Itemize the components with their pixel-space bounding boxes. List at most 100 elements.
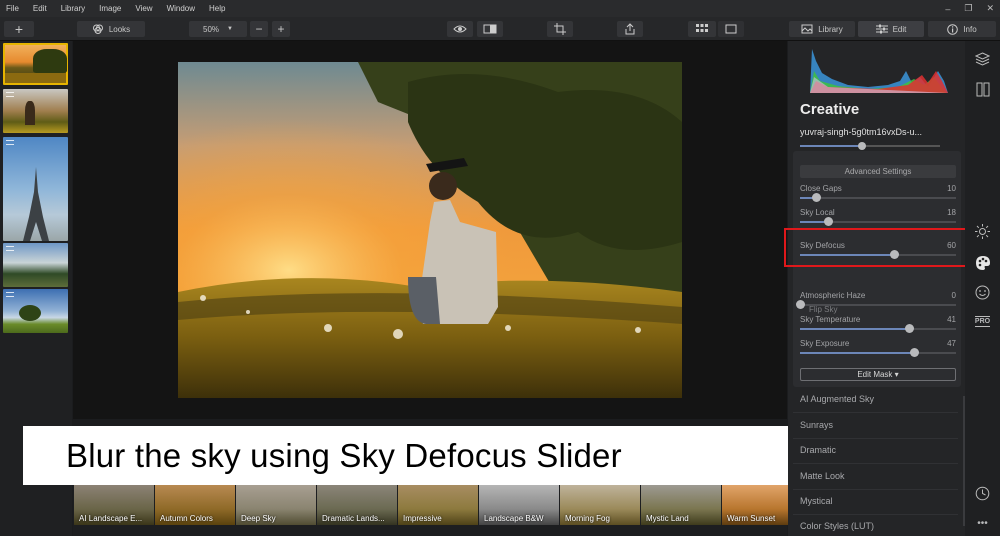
photo-illustration xyxy=(178,62,682,398)
menu-help[interactable]: Help xyxy=(209,4,225,13)
window-controls: – ❐ ✕ xyxy=(945,0,994,17)
info-icon xyxy=(947,23,959,35)
tool-rail: PRO ••• xyxy=(965,41,1000,536)
look-thumb[interactable]: Impressive xyxy=(398,485,478,525)
slider-knob[interactable] xyxy=(858,142,866,150)
grid-view-button[interactable] xyxy=(688,21,716,37)
share-icon xyxy=(625,23,635,35)
category-dramatic[interactable]: Dramatic xyxy=(800,445,836,455)
caption-text: Blur the sky using Sky Defocus Slider xyxy=(66,436,622,474)
category-color-styles[interactable]: Color Styles (LUT) xyxy=(800,521,874,531)
menu-edit[interactable]: Edit xyxy=(33,4,47,13)
palette-icon[interactable] xyxy=(974,254,991,271)
add-image-button[interactable]: + xyxy=(4,21,34,37)
advanced-settings-card: Advanced Settings Close Gaps 10 Sky Loca… xyxy=(793,151,961,387)
library-icon xyxy=(801,24,813,34)
slider-knob[interactable] xyxy=(910,348,919,357)
advanced-settings-button[interactable]: Advanced Settings xyxy=(800,165,956,178)
sky-amount-slider[interactable] xyxy=(800,142,940,150)
tower-shape xyxy=(23,167,49,241)
thumbnail-1[interactable] xyxy=(3,43,68,85)
info-label: Info xyxy=(963,24,977,34)
slider-knob[interactable] xyxy=(812,193,821,202)
slider-track[interactable] xyxy=(800,197,956,199)
more-icon[interactable]: ••• xyxy=(974,515,991,532)
look-thumb[interactable]: Mystic Land xyxy=(641,485,721,525)
slider-knob[interactable] xyxy=(824,217,833,226)
flip-sky-checkbox[interactable]: Flip Sky xyxy=(809,305,837,314)
divider xyxy=(793,412,958,413)
slider-label: Sky Exposure xyxy=(800,339,850,348)
thumbnail-3[interactable] xyxy=(3,137,68,241)
slider-knob[interactable] xyxy=(905,324,914,333)
edit-mask-button[interactable]: Edit Mask ▾ xyxy=(800,368,956,381)
eye-icon xyxy=(453,25,467,33)
look-label: Dramatic Lands... xyxy=(322,514,385,523)
minimize-button[interactable]: – xyxy=(945,4,950,14)
category-ai-augmented-sky[interactable]: AI Augmented Sky xyxy=(800,394,874,404)
look-label: Landscape B&W xyxy=(484,514,544,523)
share-button[interactable] xyxy=(617,21,643,37)
tab-library[interactable]: Library xyxy=(789,21,855,37)
tutorial-caption: Blur the sky using Sky Defocus Slider xyxy=(23,426,799,485)
look-thumb[interactable]: Dramatic Lands... xyxy=(317,485,397,525)
slider-knob[interactable] xyxy=(796,300,805,309)
sky-preset-name[interactable]: yuvraj-singh-5g0tm16vxDs-u... xyxy=(800,127,922,137)
look-thumb[interactable]: Deep Sky xyxy=(236,485,316,525)
chevron-down-icon: ▼ xyxy=(227,26,233,32)
slider-label: Close Gaps xyxy=(800,184,842,193)
face-icon[interactable] xyxy=(974,284,991,301)
zoom-in-button[interactable]: + xyxy=(272,21,290,37)
sun-icon[interactable] xyxy=(974,223,991,240)
thumbnail-5[interactable] xyxy=(3,289,68,333)
canvas-icon[interactable] xyxy=(974,81,991,98)
slider-label: Sky Temperature xyxy=(800,315,861,324)
category-matte-look[interactable]: Matte Look xyxy=(800,471,845,481)
slider-track[interactable] xyxy=(800,304,956,306)
zoom-out-button[interactable]: − xyxy=(250,21,268,37)
edit-panel: Creative yuvraj-singh-5g0tm16vxDs-u... A… xyxy=(788,41,965,536)
panel-title: Creative xyxy=(800,101,860,118)
looks-label: Looks xyxy=(108,24,131,34)
menu-view[interactable]: View xyxy=(135,4,152,13)
layers-icon[interactable] xyxy=(974,50,991,67)
look-thumb[interactable]: AI Landscape E... xyxy=(74,485,154,525)
zoom-select[interactable]: 50% ▼ xyxy=(189,21,247,37)
image-canvas[interactable] xyxy=(73,41,787,419)
menu-window[interactable]: Window xyxy=(167,4,195,13)
menu-file[interactable]: File xyxy=(6,4,19,13)
look-label: Deep Sky xyxy=(241,514,276,523)
crop-button[interactable] xyxy=(547,21,573,37)
menu-library[interactable]: Library xyxy=(61,4,85,13)
slider-fill xyxy=(800,328,909,330)
close-button[interactable]: ✕ xyxy=(986,3,994,14)
slider-value: 10 xyxy=(947,184,956,193)
look-thumb[interactable]: Landscape B&W xyxy=(479,485,559,525)
thumbnail-2[interactable] xyxy=(3,89,68,133)
slider-fill xyxy=(800,352,914,354)
thumbnail-4[interactable] xyxy=(3,243,68,287)
pro-icon[interactable]: PRO xyxy=(974,313,991,330)
preview-button[interactable] xyxy=(447,21,473,37)
compare-icon xyxy=(483,24,497,34)
tab-info[interactable]: Info xyxy=(928,21,996,37)
menu-image[interactable]: Image xyxy=(99,4,121,13)
look-thumb[interactable]: Autumn Colors xyxy=(155,485,235,525)
single-view-button[interactable] xyxy=(718,21,744,37)
slider-value: 18 xyxy=(947,208,956,217)
divider xyxy=(793,489,958,490)
restore-button[interactable]: ❐ xyxy=(964,3,972,14)
look-label: Warm Sunset xyxy=(727,514,776,523)
category-sunrays[interactable]: Sunrays xyxy=(800,420,833,430)
divider xyxy=(793,438,958,439)
category-mystical[interactable]: Mystical xyxy=(800,496,833,506)
tab-edit[interactable]: Edit xyxy=(858,21,924,37)
looks-button[interactable]: Looks xyxy=(77,21,145,37)
edit-label: Edit xyxy=(892,24,907,34)
look-thumb[interactable]: Morning Fog xyxy=(560,485,640,525)
compare-button[interactable] xyxy=(477,21,503,37)
toolbar: + Looks 50% ▼ − + Library Edit Info xyxy=(0,17,1000,41)
look-label: Morning Fog xyxy=(565,514,610,523)
slider-value: 0 xyxy=(951,291,956,300)
history-icon[interactable] xyxy=(974,485,991,502)
